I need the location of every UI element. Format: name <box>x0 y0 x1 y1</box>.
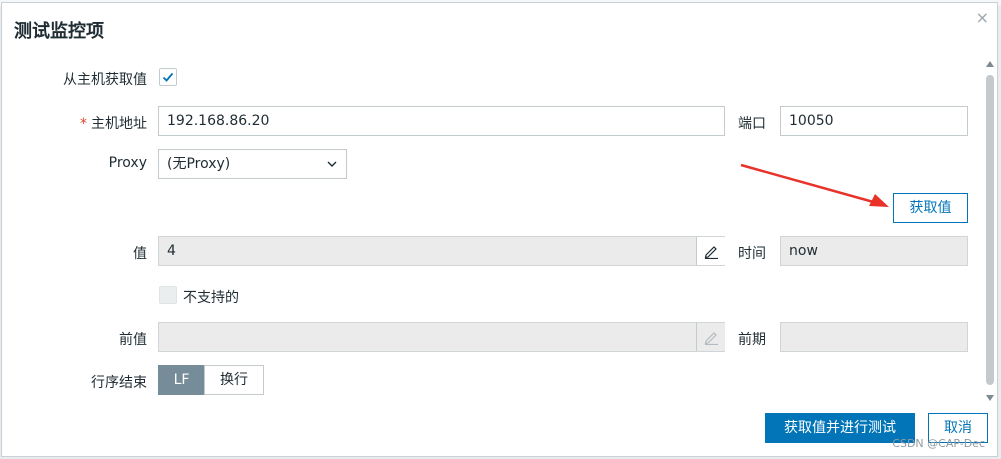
host-address-label: * 主机地址 <box>32 113 147 133</box>
scroll-down-arrow-icon[interactable] <box>986 395 994 401</box>
not-supported-label: 不支持的 <box>183 290 239 306</box>
edit-value-button[interactable] <box>696 237 725 265</box>
from-host-checkbox[interactable] <box>159 68 177 86</box>
pencil-icon <box>704 246 718 259</box>
dialog-title: 测试监控项 <box>14 21 104 42</box>
eol-label: 行序结束 <box>91 375 147 391</box>
required-mark: * <box>80 116 87 132</box>
previous-time-field <box>780 322 968 352</box>
value-label: 值 <box>133 246 147 262</box>
proxy-label: Proxy <box>108 155 147 171</box>
proxy-selected-value: (无Proxy) <box>167 156 231 172</box>
value-text: 4 <box>167 243 176 259</box>
pencil-icon <box>704 332 718 345</box>
eol-option-lf[interactable]: LF <box>158 365 205 395</box>
value-field: 4 <box>158 236 725 266</box>
previous-time-label: 前期 <box>738 332 766 348</box>
close-button[interactable]: × <box>976 8 989 27</box>
time-label: 时间 <box>738 246 766 262</box>
time-field: now <box>780 236 968 266</box>
port-input[interactable]: 10050 <box>780 106 968 136</box>
edit-previous-value-button <box>696 323 725 351</box>
port-label: 端口 <box>738 116 766 132</box>
from-host-label: 从主机获取值 <box>63 72 147 88</box>
dialog-scrollbar[interactable] <box>985 61 995 401</box>
scroll-up-arrow-icon[interactable] <box>986 61 994 67</box>
scroll-thumb[interactable] <box>986 75 994 385</box>
chevron-down-icon <box>327 161 337 167</box>
test-item-dialog: 测试监控项 × 从主机获取值 * 主机地址 192.168.86.20 端口 10… <box>1 2 998 457</box>
annotation-arrow-icon <box>740 163 889 207</box>
watermark: CSDN @CAP-Dec <box>892 437 985 450</box>
eol-option-newline[interactable]: 换行 <box>204 365 264 395</box>
previous-value-field <box>158 322 725 352</box>
previous-value-label: 前值 <box>119 332 147 348</box>
get-value-button[interactable]: 获取值 <box>893 193 968 223</box>
host-address-input[interactable]: 192.168.86.20 <box>158 106 725 136</box>
host-address-label-text: 主机地址 <box>91 116 147 132</box>
proxy-select[interactable]: (无Proxy) <box>158 149 347 179</box>
not-supported-checkbox[interactable] <box>159 286 177 304</box>
check-icon <box>162 72 174 82</box>
